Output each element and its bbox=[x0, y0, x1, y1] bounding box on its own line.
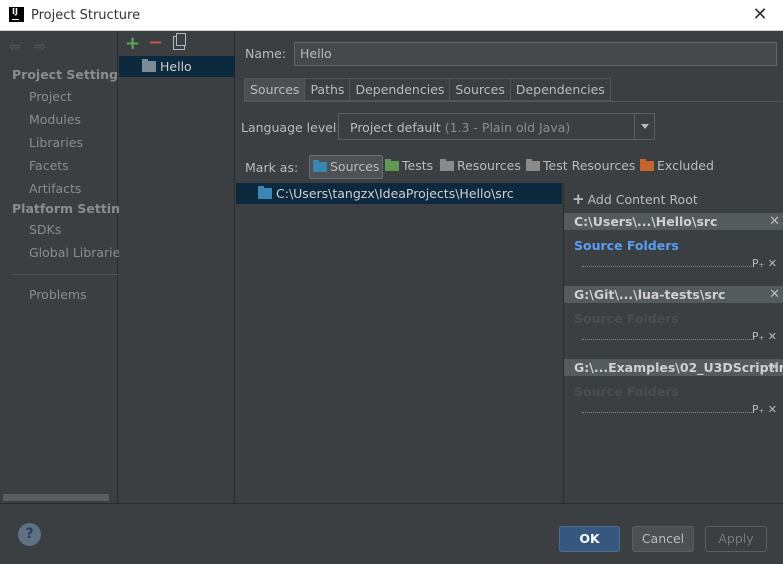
sidebar-horizontal-scrollbar[interactable] bbox=[3, 494, 109, 501]
plus-icon: + bbox=[572, 190, 585, 208]
sidebar-item-facets[interactable]: Facets bbox=[29, 158, 69, 173]
source-folders-title: Source Folders bbox=[574, 238, 679, 253]
mark-sources-button[interactable]: Sources bbox=[309, 155, 384, 179]
tree-row[interactable]: C:\Users\tangzx\IdeaProjects\Hello\src bbox=[236, 183, 562, 204]
source-folders-title: Source Folders bbox=[574, 384, 679, 399]
remove-module-icon[interactable]: − bbox=[148, 32, 163, 53]
tree-path-label: C:\Users\tangzx\IdeaProjects\Hello\src bbox=[276, 186, 514, 201]
content-root-header: G:\Git\...\lua-tests\src ✕ bbox=[564, 286, 783, 303]
folder-row-actions-icon[interactable]: P₊ ✕ bbox=[752, 403, 777, 416]
remove-root-icon[interactable]: ✕ bbox=[769, 359, 780, 376]
language-level-value: Project default (1.3 - Plain old Java) bbox=[350, 120, 571, 135]
content-roots-panel: + Add Content Root C:\Users\...\Hello\src… bbox=[563, 183, 783, 503]
mark-tests-button[interactable]: Tests bbox=[382, 155, 436, 179]
sidebar-item-sdks[interactable]: SDKs bbox=[29, 222, 61, 237]
tab-sources-2[interactable]: Sources bbox=[450, 78, 511, 101]
tab-sources[interactable]: Sources bbox=[244, 78, 306, 101]
dialog-footer: ? OK Cancel Apply bbox=[0, 503, 783, 564]
forward-arrow-icon[interactable]: ⇨ bbox=[34, 39, 46, 55]
module-name-input[interactable]: Hello bbox=[294, 42, 777, 66]
sidebar-item-problems[interactable]: Problems bbox=[29, 287, 87, 302]
source-tree[interactable]: C:\Users\tangzx\IdeaProjects\Hello\src bbox=[236, 183, 562, 503]
chevron-down-icon[interactable] bbox=[634, 114, 654, 139]
mark-resources-button[interactable]: Resources bbox=[437, 155, 524, 179]
close-window-button[interactable]: ✕ bbox=[737, 0, 783, 30]
sidebar-item-libraries[interactable]: Libraries bbox=[29, 135, 83, 150]
tabs-divider bbox=[244, 101, 783, 102]
module-tabs: Sources Paths Dependencies Sources Depen… bbox=[244, 78, 611, 101]
mark-test-resources-button[interactable]: Test Resources bbox=[523, 155, 638, 179]
nav-arrows: ⇦ ⇨ bbox=[9, 39, 55, 55]
modules-panel: + − Hello bbox=[119, 31, 235, 503]
resources-folder-icon bbox=[440, 159, 454, 171]
remove-root-icon[interactable]: ✕ bbox=[769, 213, 780, 230]
tests-folder-icon bbox=[385, 159, 399, 171]
tab-paths[interactable]: Paths bbox=[305, 78, 351, 101]
module-item-hello[interactable]: Hello bbox=[119, 56, 235, 77]
content-root-header: G:\...Examples\02_U3DScripting ✕ bbox=[564, 359, 783, 376]
language-level-select[interactable]: Project default (1.3 - Plain old Java) bbox=[338, 113, 655, 140]
language-level-label: Language level: bbox=[241, 120, 341, 135]
intellij-icon: IJ bbox=[9, 7, 24, 22]
window-title: Project Structure bbox=[31, 8, 141, 23]
sidebar-divider bbox=[12, 274, 118, 275]
title-bar: IJ Project Structure ✕ bbox=[0, 0, 783, 31]
remove-root-icon[interactable]: ✕ bbox=[769, 286, 780, 303]
tab-dependencies-2[interactable]: Dependencies bbox=[510, 78, 611, 101]
cancel-button[interactable]: Cancel bbox=[632, 526, 694, 552]
module-folder-icon bbox=[142, 59, 156, 72]
platform-settings-header: Platform Settings bbox=[12, 201, 137, 216]
name-label: Name: bbox=[245, 46, 287, 61]
sidebar-item-global-libraries[interactable]: Global Libraries bbox=[29, 245, 127, 260]
source-folders-title: Source Folders bbox=[574, 311, 679, 326]
sources-folder-icon bbox=[313, 160, 327, 172]
source-folder-entry[interactable] bbox=[582, 339, 754, 340]
test-resources-folder-icon bbox=[526, 159, 540, 171]
mark-as-label: Mark as: bbox=[245, 160, 299, 175]
module-settings: Name: Hello Sources Paths Dependencies S… bbox=[236, 31, 783, 503]
source-folder-entry[interactable] bbox=[582, 266, 754, 267]
help-icon[interactable]: ? bbox=[18, 523, 41, 546]
sidebar-item-project[interactable]: Project bbox=[29, 89, 72, 104]
apply-button[interactable]: Apply bbox=[705, 526, 767, 552]
mark-excluded-button[interactable]: Excluded bbox=[637, 155, 717, 179]
source-folder-icon bbox=[258, 186, 272, 199]
folder-row-actions-icon[interactable]: P₊ ✕ bbox=[752, 330, 777, 343]
add-module-icon[interactable]: + bbox=[125, 33, 140, 54]
modules-toolbar: + − bbox=[119, 31, 235, 55]
source-folder-entry[interactable] bbox=[582, 412, 754, 413]
sidebar-item-modules[interactable]: Modules bbox=[29, 112, 81, 127]
sidebar-item-artifacts[interactable]: Artifacts bbox=[29, 181, 81, 196]
project-settings-header: Project Settings bbox=[12, 67, 126, 82]
tab-dependencies[interactable]: Dependencies bbox=[350, 78, 451, 101]
back-arrow-icon[interactable]: ⇦ bbox=[9, 39, 21, 55]
module-item-label: Hello bbox=[160, 59, 192, 74]
content-root-header: C:\Users\...\Hello\src ✕ bbox=[564, 213, 783, 230]
settings-sidebar: ⇦ ⇨ Project Settings Project Modules Lib… bbox=[0, 31, 136, 503]
folder-row-actions-icon[interactable]: P₊ ✕ bbox=[752, 257, 777, 270]
copy-module-icon[interactable] bbox=[173, 33, 186, 50]
add-content-root-button[interactable]: + Add Content Root bbox=[572, 190, 698, 208]
excluded-folder-icon bbox=[640, 159, 654, 171]
ok-button[interactable]: OK bbox=[559, 526, 620, 552]
